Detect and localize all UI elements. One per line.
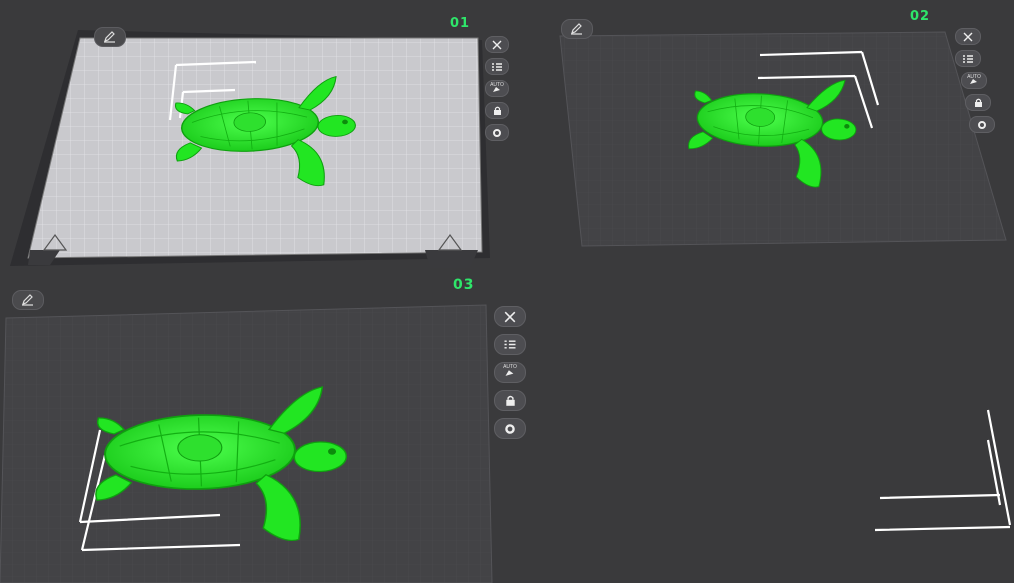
plate-02-tools: AUTO bbox=[955, 28, 995, 138]
lock-plate-button[interactable] bbox=[494, 390, 526, 411]
gear-icon bbox=[493, 128, 501, 137]
auto-orient-button[interactable]: AUTO bbox=[961, 72, 987, 89]
edit-plate-03-button[interactable] bbox=[12, 290, 44, 310]
plate-04-corner bbox=[874, 409, 1012, 532]
plate-settings-button[interactable] bbox=[969, 116, 995, 133]
arrange-button[interactable] bbox=[485, 58, 509, 75]
auto-label: AUTO bbox=[967, 74, 981, 80]
plate-01-tools: AUTO bbox=[485, 36, 509, 146]
lock-plate-button[interactable] bbox=[485, 102, 509, 119]
pencil-icon bbox=[22, 294, 33, 306]
plate-settings-button[interactable] bbox=[485, 124, 509, 141]
arrange-list-icon bbox=[963, 54, 973, 63]
gear-icon bbox=[505, 423, 515, 434]
plate-03-tools: AUTO bbox=[494, 306, 526, 444]
close-icon bbox=[963, 32, 973, 41]
edit-plate-02-button[interactable] bbox=[561, 19, 593, 39]
plate-number-02: 02 bbox=[910, 9, 931, 24]
lock-icon bbox=[493, 106, 501, 115]
plate-number-01: 01 bbox=[450, 16, 471, 31]
close-icon bbox=[492, 40, 502, 49]
close-plate-button[interactable] bbox=[955, 28, 981, 45]
lock-icon bbox=[974, 98, 982, 107]
auto-orient-button[interactable]: AUTO bbox=[494, 362, 526, 383]
plate-settings-button[interactable] bbox=[494, 418, 526, 439]
arrange-button[interactable] bbox=[955, 50, 981, 67]
gear-icon bbox=[978, 120, 986, 129]
arrange-list-icon bbox=[492, 62, 502, 71]
close-plate-button[interactable] bbox=[494, 306, 526, 327]
edit-plate-01-button[interactable] bbox=[94, 27, 126, 47]
close-icon bbox=[504, 311, 516, 322]
auto-orient-button[interactable]: AUTO bbox=[485, 80, 509, 97]
arrange-list-icon bbox=[504, 340, 516, 349]
plate-number-03: 03 bbox=[453, 277, 475, 293]
lock-icon bbox=[505, 395, 515, 406]
pencil-icon bbox=[571, 23, 582, 35]
auto-label: AUTO bbox=[490, 82, 504, 88]
pencil-icon bbox=[104, 31, 115, 43]
close-plate-button[interactable] bbox=[485, 36, 509, 53]
lock-plate-button[interactable] bbox=[965, 94, 991, 111]
auto-label: AUTO bbox=[503, 364, 517, 370]
arrange-button[interactable] bbox=[494, 334, 526, 355]
